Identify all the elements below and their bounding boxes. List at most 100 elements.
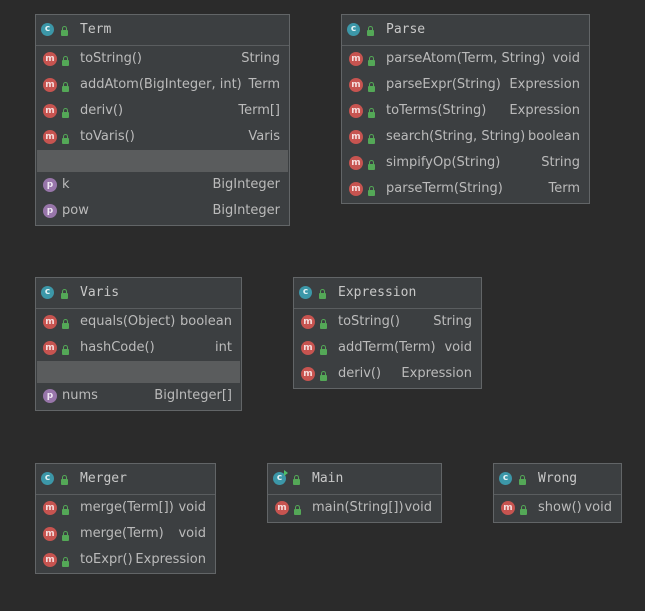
class-header: c Expression	[294, 278, 481, 309]
method-name: addTerm(Term)	[338, 340, 436, 355]
method-icon: m	[43, 501, 57, 515]
lock-icon	[367, 26, 374, 36]
method-row[interactable]: m parseAtom(Term, String) void	[342, 46, 589, 72]
class-box-main[interactable]: c Main m main(String[]) void	[267, 463, 442, 523]
method-row[interactable]: m show() void	[494, 495, 621, 521]
class-icon: c	[347, 23, 360, 36]
lock-icon	[62, 319, 69, 329]
method-icon: m	[301, 341, 315, 355]
method-name: parseExpr(String)	[386, 77, 501, 92]
method-row[interactable]: m search(String, String) boolean	[342, 124, 589, 150]
field-name: k	[62, 177, 70, 192]
method-icon: m	[275, 501, 289, 515]
method-name: toVaris()	[80, 129, 135, 144]
class-header: c Term	[36, 15, 289, 46]
method-return-type: void	[178, 526, 206, 541]
field-type: BigInteger	[212, 177, 280, 192]
class-name: Merger	[80, 471, 127, 486]
method-return-type: Expression	[509, 77, 580, 92]
method-return-type: void	[178, 500, 206, 515]
class-icon: c	[41, 472, 54, 485]
method-name: parseTerm(String)	[386, 181, 503, 196]
method-row[interactable]: m deriv() Term[]	[36, 98, 289, 124]
field-row[interactable]: p k BigInteger	[36, 172, 289, 198]
method-return-type: Varis	[248, 129, 280, 144]
method-return-type: void	[444, 340, 472, 355]
method-name: deriv()	[338, 366, 382, 381]
class-icon: c	[41, 286, 54, 299]
class-box-parse[interactable]: c Parse m parseAtom(Term, String) void m…	[341, 14, 590, 204]
class-box-merger[interactable]: c Merger m merge(Term[]) void m merge(Te…	[35, 463, 216, 574]
class-box-term[interactable]: c Term m toString() String m addAtom(Big…	[35, 14, 290, 226]
lock-icon	[62, 56, 69, 66]
method-name: main(String[])	[312, 500, 404, 515]
method-icon: m	[349, 52, 363, 66]
class-icon: c	[299, 286, 312, 299]
method-return-type: int	[215, 340, 232, 355]
field-type: BigInteger	[212, 203, 280, 218]
method-row[interactable]: m equals(Object) boolean	[36, 309, 241, 335]
lock-icon	[293, 475, 300, 485]
method-icon: m	[501, 501, 515, 515]
method-row[interactable]: m parseTerm(String) Term	[342, 176, 589, 202]
field-icon: p	[43, 389, 57, 403]
method-row[interactable]: m deriv() Expression	[294, 361, 481, 387]
method-row[interactable]: m simpifyOp(String) String	[342, 150, 589, 176]
lock-icon	[368, 108, 375, 118]
method-icon: m	[43, 527, 57, 541]
method-icon: m	[43, 104, 57, 118]
lock-icon	[368, 82, 375, 92]
method-name: toString()	[80, 51, 142, 66]
lock-icon	[61, 26, 68, 36]
lock-icon	[294, 505, 301, 515]
class-header: c Varis	[36, 278, 241, 309]
method-row[interactable]: m merge(Term[]) void	[36, 495, 215, 521]
field-type: BigInteger[]	[154, 388, 232, 403]
lock-icon	[368, 56, 375, 66]
method-row[interactable]: m toString() String	[294, 309, 481, 335]
method-row[interactable]: m main(String[]) void	[268, 495, 441, 521]
method-icon: m	[349, 104, 363, 118]
method-name: show()	[538, 500, 582, 515]
field-row[interactable]: p pow BigInteger	[36, 198, 289, 224]
method-icon: m	[43, 553, 57, 567]
class-name: Parse	[386, 22, 426, 37]
class-name: Expression	[338, 285, 417, 300]
class-box-varis[interactable]: c Varis m equals(Object) boolean m hashC…	[35, 277, 242, 411]
class-box-expression[interactable]: c Expression m toString() String m addTe…	[293, 277, 482, 389]
field-icon: p	[43, 204, 57, 218]
field-row[interactable]: p nums BigInteger[]	[36, 383, 241, 409]
lock-icon	[520, 505, 527, 515]
method-name: search(String, String)	[386, 129, 526, 144]
lock-icon	[62, 82, 69, 92]
lock-icon	[519, 475, 526, 485]
method-icon: m	[349, 130, 363, 144]
method-row[interactable]: m toString() String	[36, 46, 289, 72]
lock-icon	[368, 160, 375, 170]
method-icon: m	[349, 182, 363, 196]
method-row[interactable]: m addTerm(Term) void	[294, 335, 481, 361]
method-icon: m	[301, 315, 315, 329]
class-box-wrong[interactable]: c Wrong m show() void	[493, 463, 622, 523]
lock-icon	[368, 186, 375, 196]
field-icon: p	[43, 178, 57, 192]
method-row[interactable]: m hashCode() int	[36, 335, 241, 361]
method-name: merge(Term)	[80, 526, 164, 541]
method-row[interactable]: m toTerms(String) Expression	[342, 98, 589, 124]
lock-icon	[61, 289, 68, 299]
main-class-icon: c	[273, 470, 288, 485]
method-row[interactable]: m toExpr() Expression	[36, 547, 215, 573]
method-icon: m	[301, 367, 315, 381]
class-name: Main	[312, 471, 344, 486]
method-return-type: String	[433, 314, 472, 329]
lock-icon	[61, 475, 68, 485]
class-icon: c	[499, 472, 512, 485]
method-row[interactable]: m merge(Term) void	[36, 521, 215, 547]
lock-icon	[320, 371, 327, 381]
section-divider	[37, 361, 240, 383]
method-row[interactable]: m parseExpr(String) Expression	[342, 72, 589, 98]
method-row[interactable]: m toVaris() Varis	[36, 124, 289, 150]
method-return-type: void	[404, 500, 432, 515]
method-row[interactable]: m addAtom(BigInteger, int) Term	[36, 72, 289, 98]
method-name: hashCode()	[80, 340, 155, 355]
